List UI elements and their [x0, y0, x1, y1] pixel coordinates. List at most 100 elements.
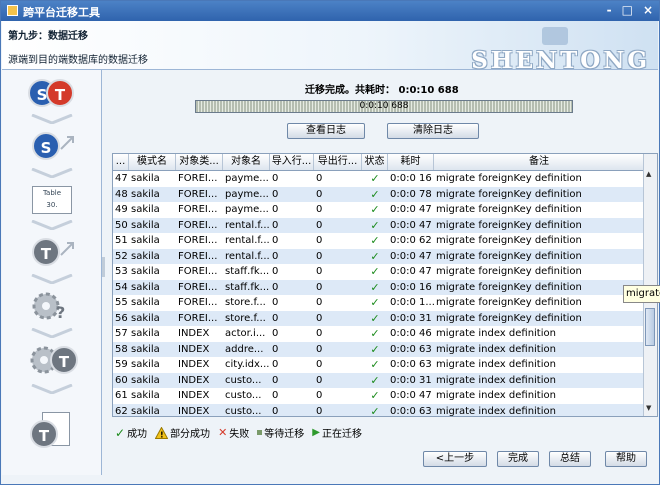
- chevron-down-icon: [31, 114, 73, 124]
- previous-step-button[interactable]: <上一步: [423, 451, 487, 467]
- cell-object-type: FOREI...: [178, 250, 218, 262]
- table-row[interactable]: 60 sakila INDEX custo... 0 0 ✓ 0:0:0 31 migrate …: [113, 372, 645, 388]
- tooltip: migrate: [623, 285, 660, 303]
- table-row[interactable]: 61 sakila INDEX custo... 0 0 ✓ 0:0:0 47 migrate …: [113, 388, 645, 404]
- title-bar[interactable]: 跨平台迁移工具 - □ ×: [1, 1, 659, 21]
- table-row[interactable]: 57 sakila INDEX actor.i... 0 0 ✓ 0:0:0 46 migrat…: [113, 326, 645, 342]
- close-button[interactable]: ×: [643, 3, 653, 17]
- cell-imported: 0: [272, 328, 279, 339]
- table-row[interactable]: 52 sakila FOREI... rental.f... 0 0 ✓ 0:0:0 47 mi…: [113, 248, 645, 264]
- table-row[interactable]: 56 sakila FOREI... store.f... 0 0 ✓ 0:0:0 31 mig…: [113, 310, 645, 326]
- cell-index: 56: [115, 312, 128, 324]
- status-check-icon: ✓: [370, 203, 380, 216]
- cell-index: 55: [115, 297, 128, 308]
- col-object-name[interactable]: 对象名: [223, 154, 270, 170]
- cell-imported: 0: [272, 405, 279, 417]
- table-row[interactable]: 51 sakila FOREI... rental.f... 0 0 ✓ 0:0:0 62 mi…: [113, 233, 645, 249]
- cell-object-type: INDEX: [178, 343, 210, 355]
- cell-object-name: staff.fk...: [225, 266, 270, 277]
- chevron-down-icon: [31, 274, 73, 284]
- cell-object-name: actor.i...: [225, 328, 266, 339]
- maximize-button[interactable]: □: [622, 3, 633, 17]
- cell-remark: migrate index definition: [436, 405, 556, 417]
- cell-schema: sakila: [131, 390, 160, 401]
- cell-duration: 0:0:0 78: [390, 188, 432, 200]
- cell-index: 52: [115, 250, 128, 262]
- cell-exported: 0: [316, 328, 323, 339]
- cell-object-name: store.f...: [225, 297, 266, 308]
- cell-remark: migrate foreignKey definition: [436, 235, 582, 246]
- scroll-up-icon[interactable]: ▲: [646, 170, 651, 178]
- cell-remark: migrate index definition: [436, 374, 556, 386]
- cell-object-type: FOREI...: [178, 281, 218, 293]
- help-button[interactable]: 帮助: [605, 451, 647, 467]
- status-check-icon: ✓: [370, 265, 380, 278]
- table-row[interactable]: 48 sakila FOREI... payme... 0 0 ✓ 0:0:0 78 migra…: [113, 186, 645, 202]
- cell-object-type: FOREI...: [178, 235, 218, 246]
- table-row[interactable]: 53 sakila FOREI... staff.fk... 0 0 ✓ 0:0:0 47 mi…: [113, 264, 645, 280]
- cell-duration: 0:0:0 31: [390, 374, 432, 386]
- cell-remark: migrate index definition: [436, 359, 556, 370]
- cell-exported: 0: [316, 266, 323, 277]
- col-index[interactable]: ...: [113, 154, 129, 170]
- scrollbar-thumb[interactable]: [645, 308, 655, 346]
- cell-duration: 0:0:0 63: [390, 359, 432, 370]
- table-row[interactable]: 49 sakila FOREI... payme... 0 0 ✓ 0:0:0 47 migra…: [113, 202, 645, 218]
- cell-object-type: FOREI...: [178, 266, 218, 277]
- cell-imported: 0: [272, 219, 279, 231]
- app-window: 跨平台迁移工具 - □ × 第九步：数据迁移 源端到目的端数据库的数据迁移 SH…: [0, 0, 660, 485]
- legend-partial: ! 部分成功: [155, 425, 210, 440]
- status-check-icon: ✓: [370, 389, 380, 402]
- table-row[interactable]: 50 sakila FOREI... rental.f... 0 0 ✓ 0:0:0 47 mi…: [113, 217, 645, 233]
- report-icon: T: [26, 412, 78, 448]
- cell-object-name: custo...: [225, 374, 262, 386]
- brand-logo: SHENTONG: [471, 47, 650, 74]
- cell-schema: sakila: [131, 281, 160, 293]
- cell-object-type: FOREI...: [178, 297, 218, 308]
- table-row[interactable]: 47 sakila FOREI... payme... 0 0 ✓ 0:0:0 16 migra…: [113, 171, 645, 187]
- minimize-button[interactable]: -: [607, 3, 612, 17]
- scroll-down-icon[interactable]: ▼: [646, 404, 651, 412]
- cell-imported: 0: [272, 312, 279, 324]
- finish-button[interactable]: 完成: [497, 451, 539, 467]
- col-imported[interactable]: 导入行...: [270, 154, 314, 170]
- cell-object-type: INDEX: [178, 390, 210, 401]
- col-duration[interactable]: 耗时: [388, 154, 434, 170]
- cell-duration: 0:0:0 63: [390, 405, 432, 417]
- col-exported[interactable]: 导出行...: [314, 154, 362, 170]
- cell-imported: 0: [272, 266, 279, 277]
- cell-imported: 0: [272, 297, 279, 308]
- table-row[interactable]: 58 sakila INDEX addre... 0 0 ✓ 0:0:0 63 migrate …: [113, 341, 645, 357]
- col-object-type[interactable]: 对象类...: [176, 154, 223, 170]
- cell-index: 60: [115, 374, 128, 386]
- cell-object-type: FOREI...: [178, 312, 218, 324]
- cell-duration: 0:0:0 31: [390, 312, 432, 324]
- cell-exported: 0: [316, 219, 323, 231]
- clear-log-button[interactable]: 清除日志: [387, 123, 479, 139]
- cell-remark: migrate foreignKey definition: [436, 250, 582, 262]
- table-row[interactable]: 54 sakila FOREI... staff.fk... 0 0 ✓ 0:0:0 16 mi…: [113, 279, 645, 295]
- check-icon: ✓: [115, 425, 126, 440]
- view-log-button[interactable]: 查看日志: [287, 123, 365, 139]
- source-target-icon: S T: [26, 76, 78, 112]
- cell-exported: 0: [316, 250, 323, 262]
- legend-success: ✓ 成功: [115, 425, 148, 441]
- table-row[interactable]: 55 sakila FOREI... store.f... 0 0 ✓ 0:0:0 1... m…: [113, 295, 645, 311]
- table-row[interactable]: 62 sakila INDEX custo... 0 0 ✓ 0:0:0 63 migrate …: [113, 403, 645, 417]
- cell-remark: migrate foreignKey definition: [436, 188, 582, 200]
- col-schema[interactable]: 模式名: [129, 154, 176, 170]
- chevron-down-icon: [31, 328, 73, 338]
- cell-schema: sakila: [131, 328, 160, 339]
- pane-splitter[interactable]: [102, 257, 105, 277]
- col-remark[interactable]: 备注: [434, 154, 645, 170]
- cell-remark: migrate foreignKey definition: [436, 219, 582, 231]
- cell-schema: sakila: [131, 312, 160, 324]
- cell-imported: 0: [272, 390, 279, 401]
- col-status[interactable]: 状态: [362, 154, 388, 170]
- status-check-icon: ✓: [370, 373, 380, 387]
- play-icon: ▶: [312, 427, 320, 438]
- table-row[interactable]: 59 sakila INDEX city.idx... 0 0 ✓ 0:0:0 63 migra…: [113, 357, 645, 373]
- cell-exported: 0: [316, 281, 323, 293]
- summary-button[interactable]: 总结: [549, 451, 591, 467]
- status-check-icon: ✓: [370, 172, 380, 185]
